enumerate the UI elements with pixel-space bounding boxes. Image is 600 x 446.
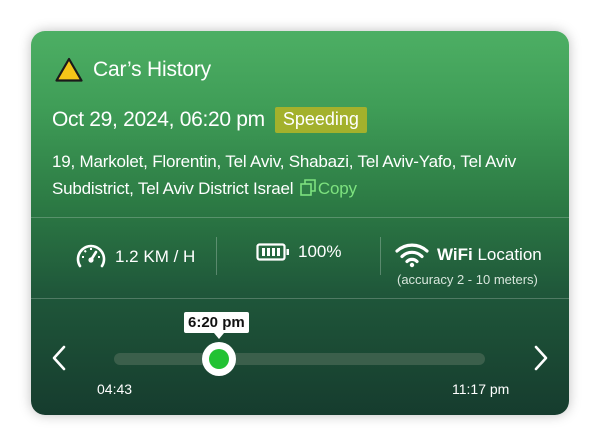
- battery-value: 100%: [298, 242, 342, 261]
- battery-icon: [256, 243, 289, 261]
- copy-icon: [300, 179, 316, 196]
- chevron-left-icon[interactable]: [47, 343, 71, 373]
- current-time-tooltip: 6:20 pm: [184, 312, 249, 339]
- speed-stat: 1.2 KM / H: [75, 242, 195, 272]
- speedometer-icon: [76, 244, 106, 268]
- timeline-slider-track[interactable]: [114, 353, 485, 365]
- timeline-end-time: 11:17 pm: [452, 381, 510, 397]
- event-dateline: Oct 29, 2024, 06:20 pm Speeding: [52, 107, 367, 133]
- wifi-accuracy: (accuracy 2 - 10 meters): [397, 272, 538, 287]
- timeline-slider-handle[interactable]: [202, 342, 236, 376]
- wifi-stat: WiFi Location: [395, 242, 542, 268]
- speed-value: 1.2 KM / H: [115, 247, 196, 266]
- wifi-label-bold: WiFi: [437, 245, 473, 264]
- vertical-divider: [380, 237, 381, 275]
- card-title: Car’s History: [93, 58, 211, 81]
- slider-handle-dot: [209, 349, 229, 369]
- event-datetime: Oct 29, 2024, 06:20 pm: [52, 108, 265, 131]
- copy-label: Copy: [317, 179, 357, 198]
- event-type-badge: Speeding: [274, 107, 367, 133]
- timeline-start-time: 04:43: [97, 381, 133, 397]
- car-history-card: Car’s History Oct 29, 2024, 06:20 pm Spe…: [31, 31, 569, 415]
- wifi-location-label: WiFi Location: [437, 245, 542, 265]
- event-address: 19, Markolet, Florentin, Tel Aviv, Shaba…: [52, 148, 552, 202]
- card-header: Car’s History: [55, 57, 211, 83]
- vertical-divider: [216, 237, 217, 275]
- wifi-label: Location: [477, 245, 542, 264]
- wifi-icon: [395, 243, 429, 268]
- copy-address-button[interactable]: Copy: [298, 179, 357, 198]
- battery-stat: 100%: [256, 242, 341, 262]
- timeline: 6:20 pm 04:43 11:17 pm: [31, 299, 569, 415]
- warning-icon: [55, 57, 83, 82]
- stats-row: 1.2 KM / H 100% WiFi Location (accuracy …: [31, 218, 569, 298]
- address-text: 19, Markolet, Florentin, Tel Aviv, Shaba…: [52, 152, 517, 198]
- chevron-right-icon[interactable]: [529, 343, 553, 373]
